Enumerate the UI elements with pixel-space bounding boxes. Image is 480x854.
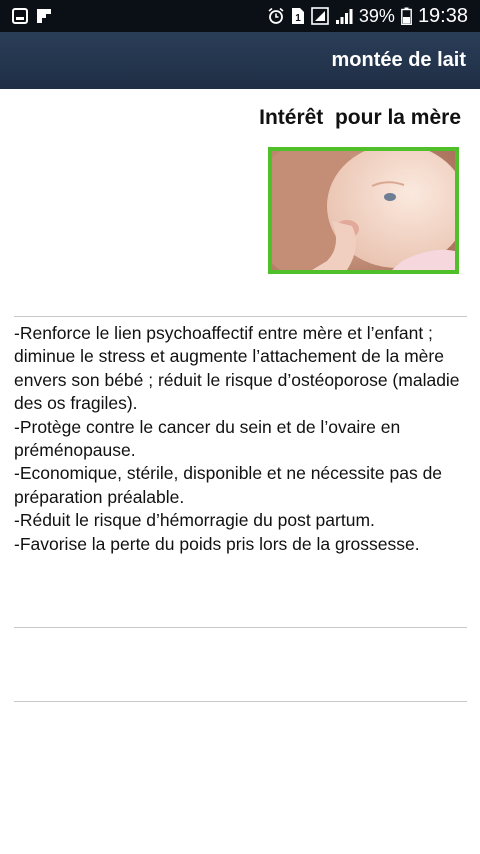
status-bar-right: 1 39% 19:38 xyxy=(267,5,468,27)
benefit-paragraph-1: -Renforce le lien psychoaffectif entre m… xyxy=(14,323,460,414)
benefits-text: -Renforce le lien psychoaffectif entre m… xyxy=(14,322,470,556)
app-toolbar: montée de lait xyxy=(0,32,480,89)
data-signal-icon xyxy=(311,7,329,25)
status-bar: 1 39% 19:38 xyxy=(0,0,480,32)
divider-top xyxy=(14,316,467,317)
divider-bottom xyxy=(14,701,467,702)
clock-time: 19:38 xyxy=(417,5,468,27)
benefit-paragraph-2: -Protège contre le cancer du sein et de … xyxy=(14,416,401,461)
benefit-paragraph-5: -Favorise la perte du poids pris lors de… xyxy=(14,533,420,554)
benefit-paragraph-3: -Economique, stérile, disponible et ne n… xyxy=(14,463,443,507)
battery-percent: 39% xyxy=(358,6,395,26)
battery-icon xyxy=(401,7,412,25)
benefit-paragraph-4: -Réduit le risque d’hémorragie du post p… xyxy=(14,510,375,531)
toolbar-title: montée de lait xyxy=(331,49,466,71)
breastfeeding-photo xyxy=(268,147,459,274)
flipboard-icon xyxy=(36,8,52,24)
svg-text:1: 1 xyxy=(295,13,301,24)
sim-icon: 1 xyxy=(291,7,305,25)
gallery-icon xyxy=(12,8,28,24)
divider-middle xyxy=(14,627,467,628)
status-bar-left xyxy=(12,8,52,24)
alarm-icon xyxy=(267,7,285,25)
page-title: Intérêt pour la mère xyxy=(259,106,461,129)
baby-image-illustration xyxy=(272,151,455,270)
signal-icon xyxy=(335,7,353,25)
